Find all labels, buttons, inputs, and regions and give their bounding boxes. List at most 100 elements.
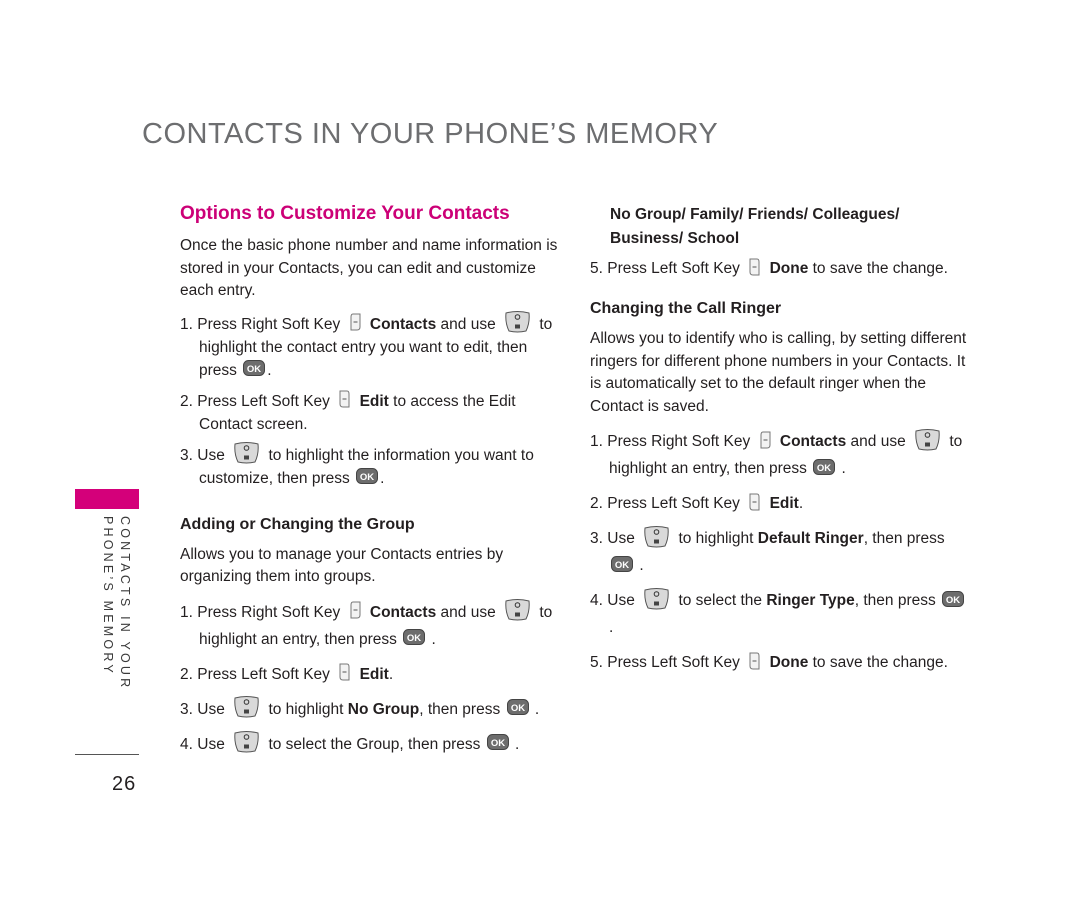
left-soft-key-icon xyxy=(339,663,350,681)
subsection-paragraph: Allows you to identify who is calling, b… xyxy=(590,330,967,415)
list-item: 2. Press Left Soft Key Edit. xyxy=(590,490,970,517)
step-text: Press Left Soft Key xyxy=(197,392,330,410)
step-text: to select the Group, then press xyxy=(268,735,481,753)
step-text: . xyxy=(388,665,394,683)
step-number: 5. xyxy=(590,260,603,277)
menu-term: No Group xyxy=(347,700,420,718)
step-text: . xyxy=(431,630,436,648)
right-soft-key-icon xyxy=(760,431,771,449)
navigation-key-icon xyxy=(233,442,260,464)
ok-key-icon xyxy=(611,556,633,572)
left-column: Options to Customize Your Contacts Once … xyxy=(180,203,560,766)
step-text: , then press xyxy=(419,700,501,718)
step-text: Press Left Soft Key xyxy=(607,495,740,512)
step-number: 3. xyxy=(590,530,603,547)
section-heading: Options to Customize Your Contacts xyxy=(180,203,510,224)
menu-term: Edit xyxy=(359,665,389,683)
step-text: . xyxy=(841,460,846,477)
list-item: 1. Press Right Soft Key Contacts and use… xyxy=(180,313,560,382)
menu-term: Ringer Type xyxy=(766,592,855,609)
list-item: 4. Use to select the Ringer Type, then p… xyxy=(590,587,970,641)
list-item: 1. Press Right Soft Key Contacts and use… xyxy=(590,428,970,482)
step-text: and use xyxy=(440,315,496,333)
subsection-heading: Adding or Changing the Group xyxy=(180,515,415,533)
menu-term: Done xyxy=(769,654,809,671)
list-item: 3. Use to highlight Default Ringer, then… xyxy=(590,525,970,579)
right-soft-key-icon xyxy=(350,313,361,331)
section-side-label: CONTACTS IN YOUR PHONE’S MEMORY xyxy=(98,516,138,690)
list-item: 1. Press Right Soft Key Contacts and use… xyxy=(180,599,560,653)
subsection-paragraph: Allows you to manage your Contacts entri… xyxy=(180,545,504,586)
step-text: , then press xyxy=(854,592,936,609)
step-text: . xyxy=(515,735,520,753)
step-number: 3. xyxy=(180,700,193,718)
navigation-key-icon xyxy=(233,696,260,718)
ok-key-icon xyxy=(942,591,964,607)
menu-term: Done xyxy=(769,260,809,277)
step-number: 1. xyxy=(180,315,193,333)
section-side-label-line1: CONTACTS IN YOUR xyxy=(118,516,132,691)
ok-key-icon xyxy=(243,360,265,376)
step-text: to highlight xyxy=(268,700,344,718)
step-text: . xyxy=(380,469,385,487)
left-soft-key-icon xyxy=(749,652,760,670)
step-number: 4. xyxy=(180,735,193,753)
right-column: No Group/ Family/ Friends/ Colleagues/ B… xyxy=(590,203,970,684)
step-text: Use xyxy=(607,592,635,609)
ok-key-icon xyxy=(403,629,425,645)
menu-term: Edit xyxy=(769,495,799,512)
left-soft-key-icon xyxy=(749,258,760,276)
step-text: Use xyxy=(607,530,635,547)
step-text: . xyxy=(609,619,614,636)
step-text: Press Left Soft Key xyxy=(607,260,740,277)
page-number: 26 xyxy=(112,773,137,795)
step-text: , then press xyxy=(863,530,945,547)
step-text: Press Right Soft Key xyxy=(197,315,341,333)
list-item: 5. Press Left Soft Key Done to save the … xyxy=(590,649,970,676)
step-text: to save the change. xyxy=(812,260,948,277)
step-text: Use xyxy=(197,735,225,753)
navigation-key-icon xyxy=(643,526,670,548)
group-options-list: No Group/ Family/ Friends/ Colleagues/ B… xyxy=(610,206,900,247)
left-soft-key-icon xyxy=(339,390,350,408)
step-text: to select the xyxy=(678,592,763,609)
left-soft-key-icon xyxy=(749,493,760,511)
step-number: 2. xyxy=(180,665,193,683)
step-number: 3. xyxy=(180,446,193,464)
navigation-key-icon xyxy=(504,599,531,621)
step-text: Press Right Soft Key xyxy=(197,603,341,621)
step-number: 4. xyxy=(590,592,603,609)
menu-term: Edit xyxy=(359,392,389,410)
step-text: . xyxy=(534,700,540,718)
footer-divider xyxy=(75,754,139,755)
section-side-label-line2: PHONE’S MEMORY xyxy=(101,516,115,676)
step-number: 5. xyxy=(590,654,603,671)
list-item: 3. Use to highlight the information you … xyxy=(180,444,560,490)
step-text: Use xyxy=(197,446,225,464)
list-item: 4. Use to select the Group, then press . xyxy=(180,731,560,758)
intro-paragraph: Once the basic phone number and name inf… xyxy=(180,237,558,299)
ok-key-icon xyxy=(813,459,835,475)
step-number: 2. xyxy=(590,495,603,512)
step-text: and use xyxy=(850,433,906,450)
step-number: 1. xyxy=(590,433,603,450)
step-text: Press Left Soft Key xyxy=(197,665,330,683)
step-text: and use xyxy=(440,603,496,621)
step-text: . xyxy=(639,557,644,574)
list-item: 2. Press Left Soft Key Edit to access th… xyxy=(180,390,560,436)
right-soft-key-icon xyxy=(350,601,361,619)
list-item: 5. Press Left Soft Key Done to save the … xyxy=(590,257,970,280)
menu-term: Contacts xyxy=(369,315,437,333)
step-number: 1. xyxy=(180,603,193,621)
navigation-key-icon xyxy=(643,588,670,610)
ok-key-icon xyxy=(507,699,529,715)
step-number: 2. xyxy=(180,392,193,410)
navigation-key-icon xyxy=(504,311,531,333)
menu-term: Default Ringer xyxy=(757,530,864,547)
navigation-key-icon xyxy=(233,731,260,753)
list-item: 2. Press Left Soft Key Edit. xyxy=(180,661,560,688)
section-tab-marker xyxy=(75,489,139,509)
step-text: Press Right Soft Key xyxy=(607,433,751,450)
navigation-key-icon xyxy=(914,429,941,451)
step-text: Press Left Soft Key xyxy=(607,654,740,671)
